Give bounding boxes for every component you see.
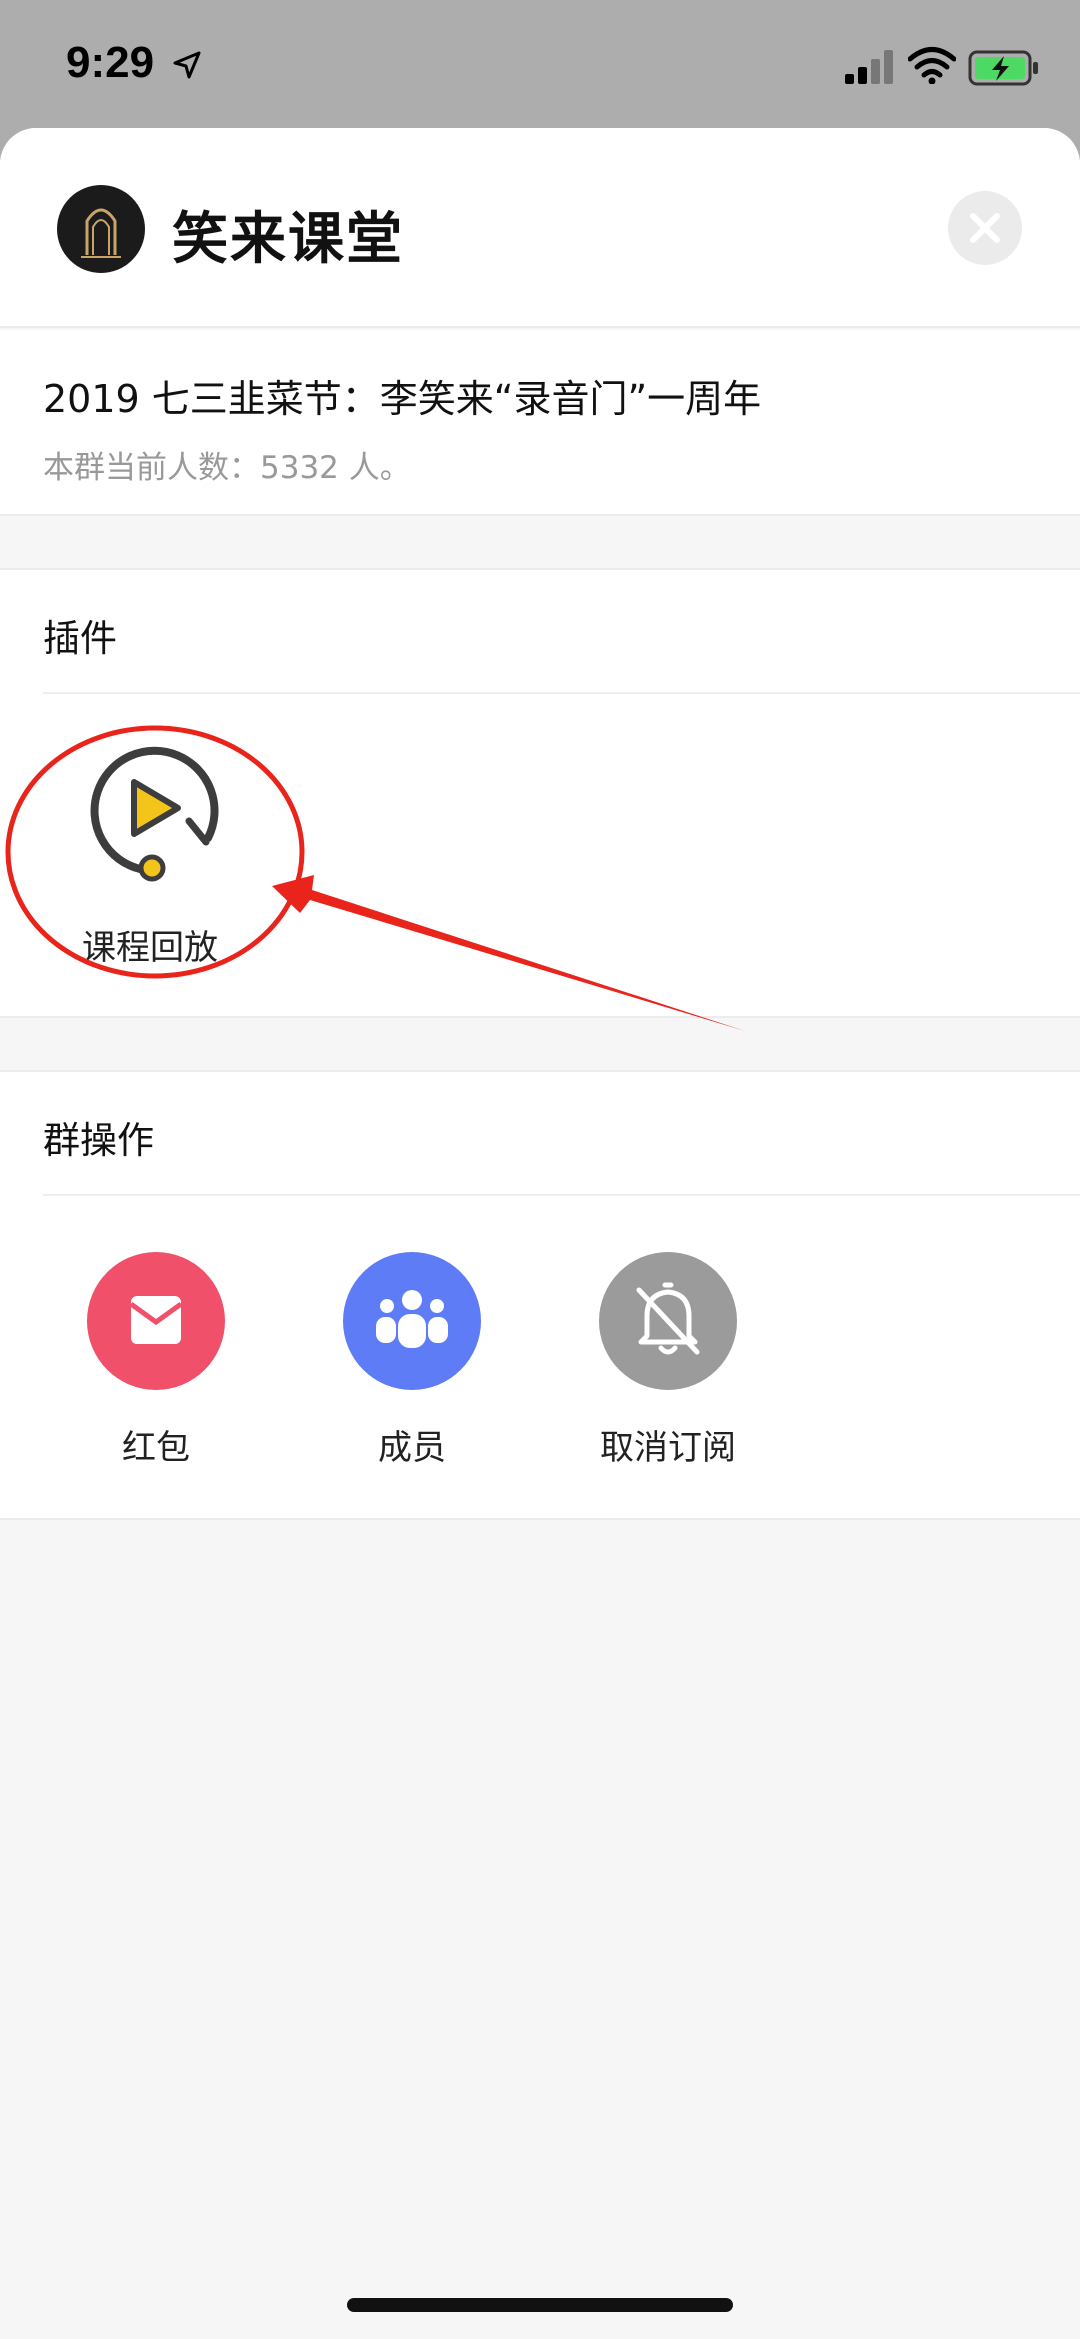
red-packet-circle xyxy=(87,1252,225,1390)
home-indicator xyxy=(347,2298,733,2312)
plugins-header: 插件 xyxy=(43,570,1080,694)
sheet-header: 笑来课堂 xyxy=(0,128,1080,328)
cellular-signal-icon xyxy=(845,50,893,84)
plugins-section: 插件 课程回放 xyxy=(0,568,1080,1018)
status-time: 9:29 xyxy=(66,38,155,87)
group-info: 2019 七三韭菜节：李笑来“录音门”一周年 本群当前人数：5332 人。 xyxy=(0,330,1080,516)
op-red-packet[interactable]: 红包 xyxy=(46,1252,266,1472)
group-ops-section: 群操作 红包 成员 取消订阅 xyxy=(0,1070,1080,1520)
plugins-title: 插件 xyxy=(43,617,117,660)
op-members[interactable]: 成员 xyxy=(302,1252,522,1472)
op-label: 成员 xyxy=(378,1428,446,1468)
op-label: 取消订阅 xyxy=(600,1428,736,1468)
members-circle xyxy=(343,1252,481,1390)
bell-off-icon xyxy=(636,1282,700,1355)
archway-logo-icon xyxy=(81,208,121,258)
status-bar: 9:29 xyxy=(0,0,1080,128)
close-icon xyxy=(970,213,1000,243)
location-arrow-icon xyxy=(173,51,201,79)
op-unsubscribe[interactable]: 取消订阅 xyxy=(558,1252,778,1472)
ops-title: 群操作 xyxy=(43,1119,154,1162)
play-replay-icon xyxy=(90,746,219,882)
envelope-icon xyxy=(129,1296,183,1344)
group-title: 2019 七三韭菜节：李笑来“录音门”一周年 xyxy=(43,377,762,421)
app-title: 笑来课堂 xyxy=(172,207,404,272)
close-button[interactable] xyxy=(948,191,1022,265)
op-label: 红包 xyxy=(122,1428,190,1468)
plugin-course-replay[interactable]: 课程回放 xyxy=(60,742,240,968)
unsubscribe-circle xyxy=(599,1252,737,1390)
battery-charging-icon xyxy=(968,50,1038,86)
group-icon xyxy=(376,1290,448,1348)
wifi-icon xyxy=(908,47,956,84)
group-member-count: 本群当前人数：5332 人。 xyxy=(43,450,411,486)
plugin-label: 课程回放 xyxy=(82,928,218,968)
group-info-sheet: 笑来课堂 2019 七三韭菜节：李笑来“录音门”一周年 本群当前人数：5332 … xyxy=(0,128,1080,2339)
app-logo xyxy=(57,185,145,273)
ops-header: 群操作 xyxy=(43,1072,1080,1196)
